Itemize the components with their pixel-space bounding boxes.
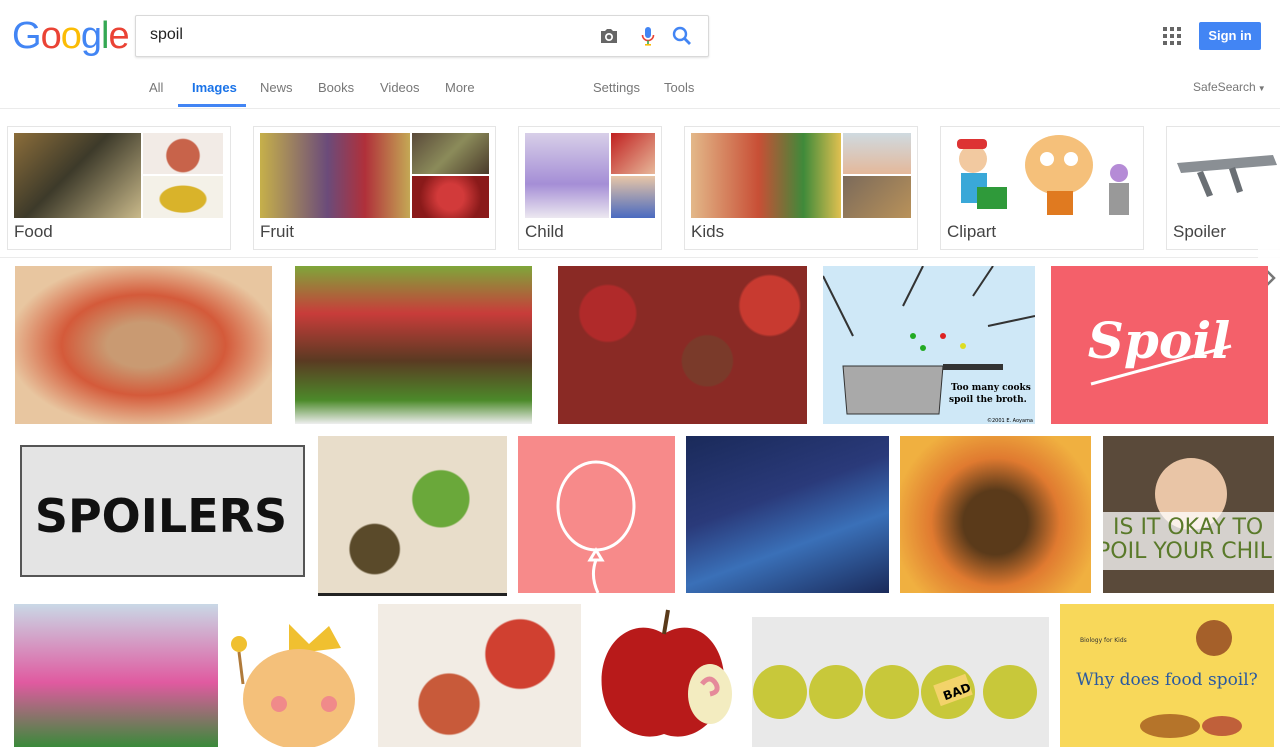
chip-thumb <box>14 133 141 218</box>
chip-thumb <box>260 133 410 218</box>
google-logo[interactable]: Google <box>12 15 130 57</box>
logo-letter: o <box>60 15 82 57</box>
child-text-2: POIL YOUR CHILD <box>1103 539 1274 564</box>
chip-child[interactable]: Child <box>518 126 662 250</box>
apps-grid-icon[interactable] <box>1163 27 1181 45</box>
caret-down-icon: ▼ <box>1257 84 1266 93</box>
chip-label: Kids <box>691 222 725 241</box>
chip-thumb <box>843 176 911 218</box>
chip-thumb <box>143 176 223 218</box>
result-image-king-cartoon[interactable] <box>229 604 367 747</box>
logo-letter: e <box>108 15 129 57</box>
chip-thumb <box>843 133 911 174</box>
chip-thumb <box>611 176 655 218</box>
result-image-apple-worm[interactable] <box>592 604 738 747</box>
tab-all[interactable]: All <box>149 80 163 95</box>
chip-thumb <box>525 133 609 218</box>
result-image-spoilers-sign[interactable]: SPOILERS <box>15 436 306 593</box>
search-input[interactable] <box>150 24 590 46</box>
logo-letter: G <box>12 15 42 57</box>
tab-books[interactable]: Books <box>318 80 354 95</box>
chip-thumb <box>412 176 489 218</box>
tab-videos[interactable]: Videos <box>380 80 420 95</box>
camera-icon[interactable] <box>597 24 621 48</box>
result-image-apples-basket[interactable] <box>378 604 581 747</box>
chip-label: Spoiler <box>1173 222 1226 241</box>
cooks-credit: ©2001 E. Aoyama <box>987 417 1033 424</box>
search-box <box>135 15 709 57</box>
sign-in-button[interactable]: Sign in <box>1199 22 1261 50</box>
result-image-too-many-cooks[interactable]: Too many cooks spoil the broth. ©2001 E.… <box>823 266 1035 424</box>
chip-kids[interactable]: Kids <box>684 126 918 250</box>
chip-fruit[interactable]: Fruit <box>253 126 496 250</box>
chip-label: Fruit <box>260 222 294 241</box>
biology-small-text: Biology for Kids <box>1080 637 1127 644</box>
safesearch-dropdown[interactable]: SafeSearch ▼ <box>1193 80 1266 94</box>
chip-thumb <box>691 133 841 218</box>
active-tab-indicator <box>178 104 246 107</box>
microphone-icon[interactable] <box>636 24 660 48</box>
related-searches: Food Fruit Child Kids Clipart Spoiler <box>0 108 1280 330</box>
header: Google Sign in All Images News Books Vid… <box>0 0 1280 109</box>
tab-tools[interactable]: Tools <box>664 80 694 95</box>
chip-label: Food <box>14 222 53 241</box>
chip-thumb <box>611 133 655 174</box>
result-image-balloon[interactable] <box>518 436 675 593</box>
biology-title: Why does food spoil? <box>1076 670 1258 690</box>
child-text-1: IS IT OKAY TO <box>1113 515 1263 540</box>
safesearch-label: SafeSearch <box>1193 80 1256 94</box>
cooks-caption-2: spoil the broth. <box>949 395 1027 405</box>
cooks-caption-1: Too many cooks <box>951 383 1031 393</box>
result-image-biology-kids[interactable]: Biology for Kids Why does food spoil? <box>1060 604 1274 747</box>
result-image-pile-of-apples[interactable] <box>558 266 807 424</box>
chip-label: Child <box>525 222 564 241</box>
chip-clipart[interactable]: Clipart <box>940 126 1144 250</box>
logo-letter: g <box>80 15 102 57</box>
chip-thumb <box>143 133 223 174</box>
search-icon[interactable] <box>670 24 694 48</box>
spoil-text: Spoil <box>1088 311 1230 370</box>
result-image-bad-apple[interactable]: BAD <box>752 617 1049 747</box>
spoilers-text: SPOILERS <box>35 489 287 543</box>
result-image-bulldog[interactable] <box>686 436 889 593</box>
tab-images[interactable]: Images <box>192 80 237 95</box>
result-image-rotten-apple-grass[interactable] <box>295 266 532 424</box>
chip-food[interactable]: Food <box>7 126 231 250</box>
chip-thumb <box>412 133 489 174</box>
result-image-wrinkled-apples[interactable] <box>15 266 272 424</box>
result-image-rotten-apple[interactable] <box>900 436 1091 593</box>
result-image-girl-sunglasses[interactable] <box>14 604 218 747</box>
tab-more[interactable]: More <box>445 80 475 95</box>
result-image-green-apples[interactable] <box>318 436 507 596</box>
tab-settings[interactable]: Settings <box>593 80 640 95</box>
chip-label: Clipart <box>947 222 997 241</box>
spoiler-thumb <box>1177 155 1277 197</box>
logo-letter: o <box>40 15 62 57</box>
result-image-spoil-child[interactable]: IS IT OKAY TO POIL YOUR CHILD <box>1103 436 1274 593</box>
result-image-spoil-text[interactable]: Spoil <box>1051 266 1268 424</box>
clipart-thumb <box>947 133 1137 218</box>
tab-news[interactable]: News <box>260 80 293 95</box>
